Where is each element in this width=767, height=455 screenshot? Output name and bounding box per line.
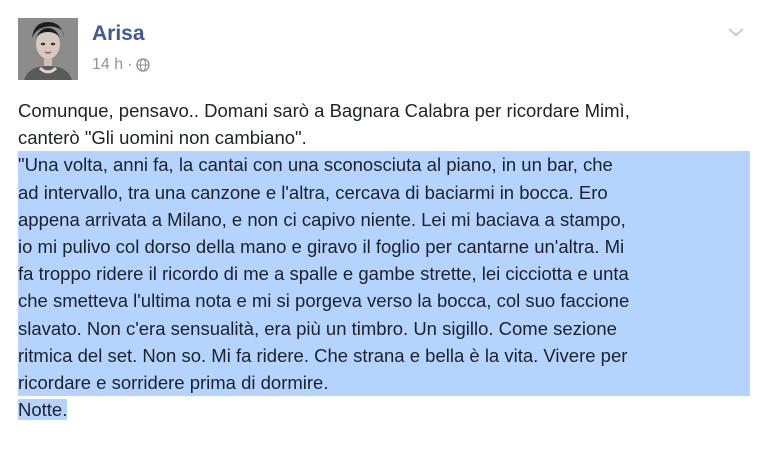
- chevron-down-icon[interactable]: [727, 26, 745, 38]
- avatar[interactable]: [18, 18, 78, 80]
- avatar-portrait-image: [18, 18, 78, 80]
- meta-separator: ·: [127, 56, 133, 73]
- post-text-line-selected: slavato. Non c'era sensualità, era più u…: [18, 314, 750, 342]
- post-text-line-selected: io mi pulivo col dorso della mano e gira…: [18, 233, 750, 261]
- post-text-line-selected: ad intervallo, tra una canzone e l'altra…: [18, 178, 750, 206]
- post-meta: 14 h ·: [92, 56, 151, 74]
- post-text-selected-fragment: Notte.: [18, 399, 68, 421]
- post-body: Comunque, pensavo.. Domani sarò a Bagnar…: [18, 97, 750, 423]
- post-text-line-selected: che smetteva l'ultima nota e mi si porge…: [18, 287, 750, 315]
- post-text-line-last: Notte.: [18, 396, 750, 423]
- post-text-line: Comunque, pensavo.. Domani sarò a Bagnar…: [18, 100, 630, 121]
- globe-icon[interactable]: [136, 58, 151, 72]
- post-text-line-selected: ritmica del set. Non so. Mi fa ridere. C…: [18, 341, 750, 370]
- post-text-line-selected: appena arrivata a Milano, e non ci capiv…: [18, 205, 750, 234]
- post-timestamp[interactable]: 14 h: [92, 56, 123, 74]
- post-text-line-selected: ricordare e sorridere prima di dormire.: [18, 369, 750, 397]
- post-text-line-selected: "Una volta, anni fa, la cantai con una s…: [18, 151, 750, 179]
- post-text-line-selected: fa troppo ridere il ricordo di me a spal…: [18, 260, 750, 288]
- post-text-line: canterò "Gli uomini non cambiano".: [18, 127, 307, 149]
- author-name[interactable]: Arisa: [92, 22, 145, 46]
- facebook-post: Arisa 14 h · Comunque, pensavo.. Domani …: [0, 0, 767, 455]
